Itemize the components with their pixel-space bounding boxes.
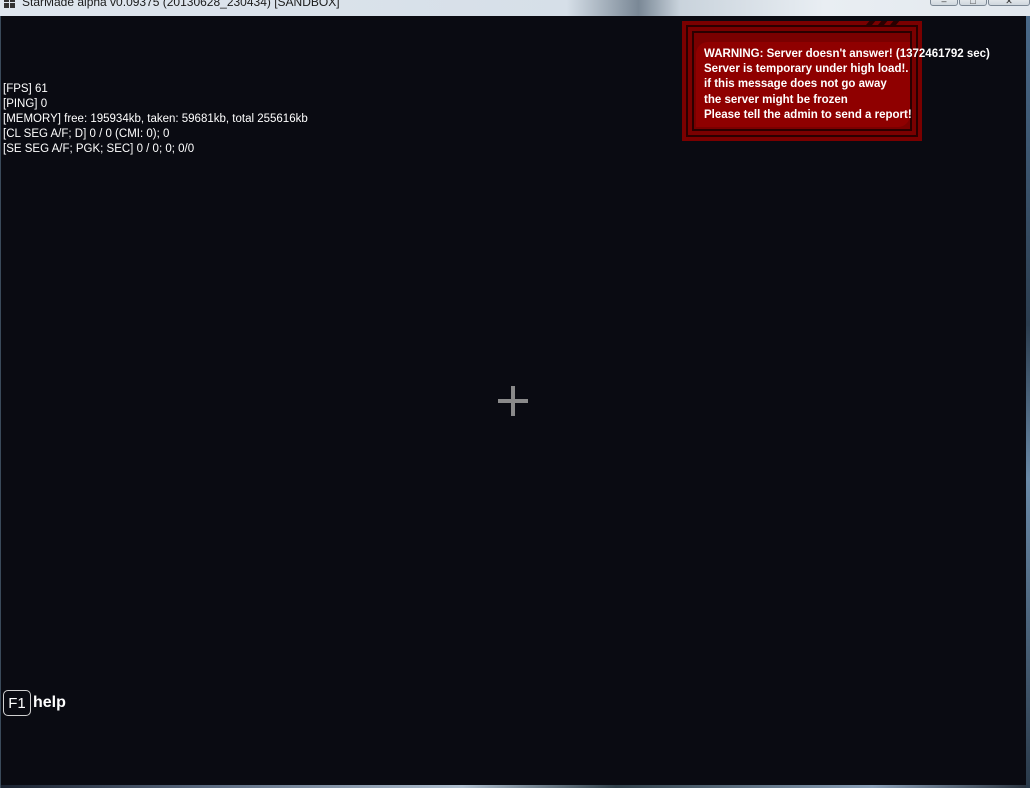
- hud-ping: [PING] 0: [3, 98, 48, 110]
- crosshair-icon: [498, 386, 528, 416]
- close-icon: ✕: [1005, 0, 1013, 6]
- maximize-button[interactable]: □: [959, 0, 987, 6]
- maximize-icon: □: [970, 0, 976, 6]
- close-button[interactable]: ✕: [988, 0, 1030, 6]
- window-frame-left: [0, 16, 1, 788]
- hud-client-segments: [CL SEG A/F; D] 0 / 0 (CMI: 0); 0: [3, 128, 170, 140]
- debug-hud: [FPS] 61 [PING] 0 [MEMORY] free: 195934k…: [3, 82, 308, 157]
- warning-panel-notch: [858, 21, 922, 27]
- warning-message: WARNING: Server doesn't answer! (1372461…: [704, 47, 990, 123]
- minimize-button[interactable]: –: [930, 0, 958, 6]
- hud-memory: [MEMORY] free: 195934kb, taken: 59681kb,…: [3, 113, 308, 125]
- warning-line-title: WARNING: Server doesn't answer! (1372461…: [704, 48, 990, 60]
- window-controls: – □ ✕: [929, 0, 1030, 6]
- windows-logo-icon: [4, 0, 15, 8]
- warning-line: Please tell the admin to send a report!: [704, 108, 912, 121]
- window-title: StarMade alpha v0.09375 (20130628_230434…: [22, 0, 340, 9]
- f1-key-icon: F1: [3, 690, 31, 716]
- title-bar[interactable]: StarMade alpha v0.09375 (20130628_230434…: [0, 0, 1030, 16]
- hud-fps: [FPS] 61: [3, 83, 48, 95]
- hud-server-segments: [SE SEG A/F; PGK; SEC] 0 / 0; 0; 0/0: [3, 143, 195, 155]
- warning-line: if this message does not go away: [704, 78, 887, 91]
- minimize-icon: –: [941, 0, 947, 6]
- warning-line: Server is temporary under high load!.: [704, 63, 909, 76]
- help-hint[interactable]: F1 help: [3, 690, 66, 716]
- game-window: StarMade alpha v0.09375 (20130628_230434…: [0, 0, 1030, 788]
- window-frame-right[interactable]: [1026, 16, 1030, 788]
- help-label: help: [33, 694, 66, 711]
- warning-line: the server might be frozen: [704, 93, 848, 106]
